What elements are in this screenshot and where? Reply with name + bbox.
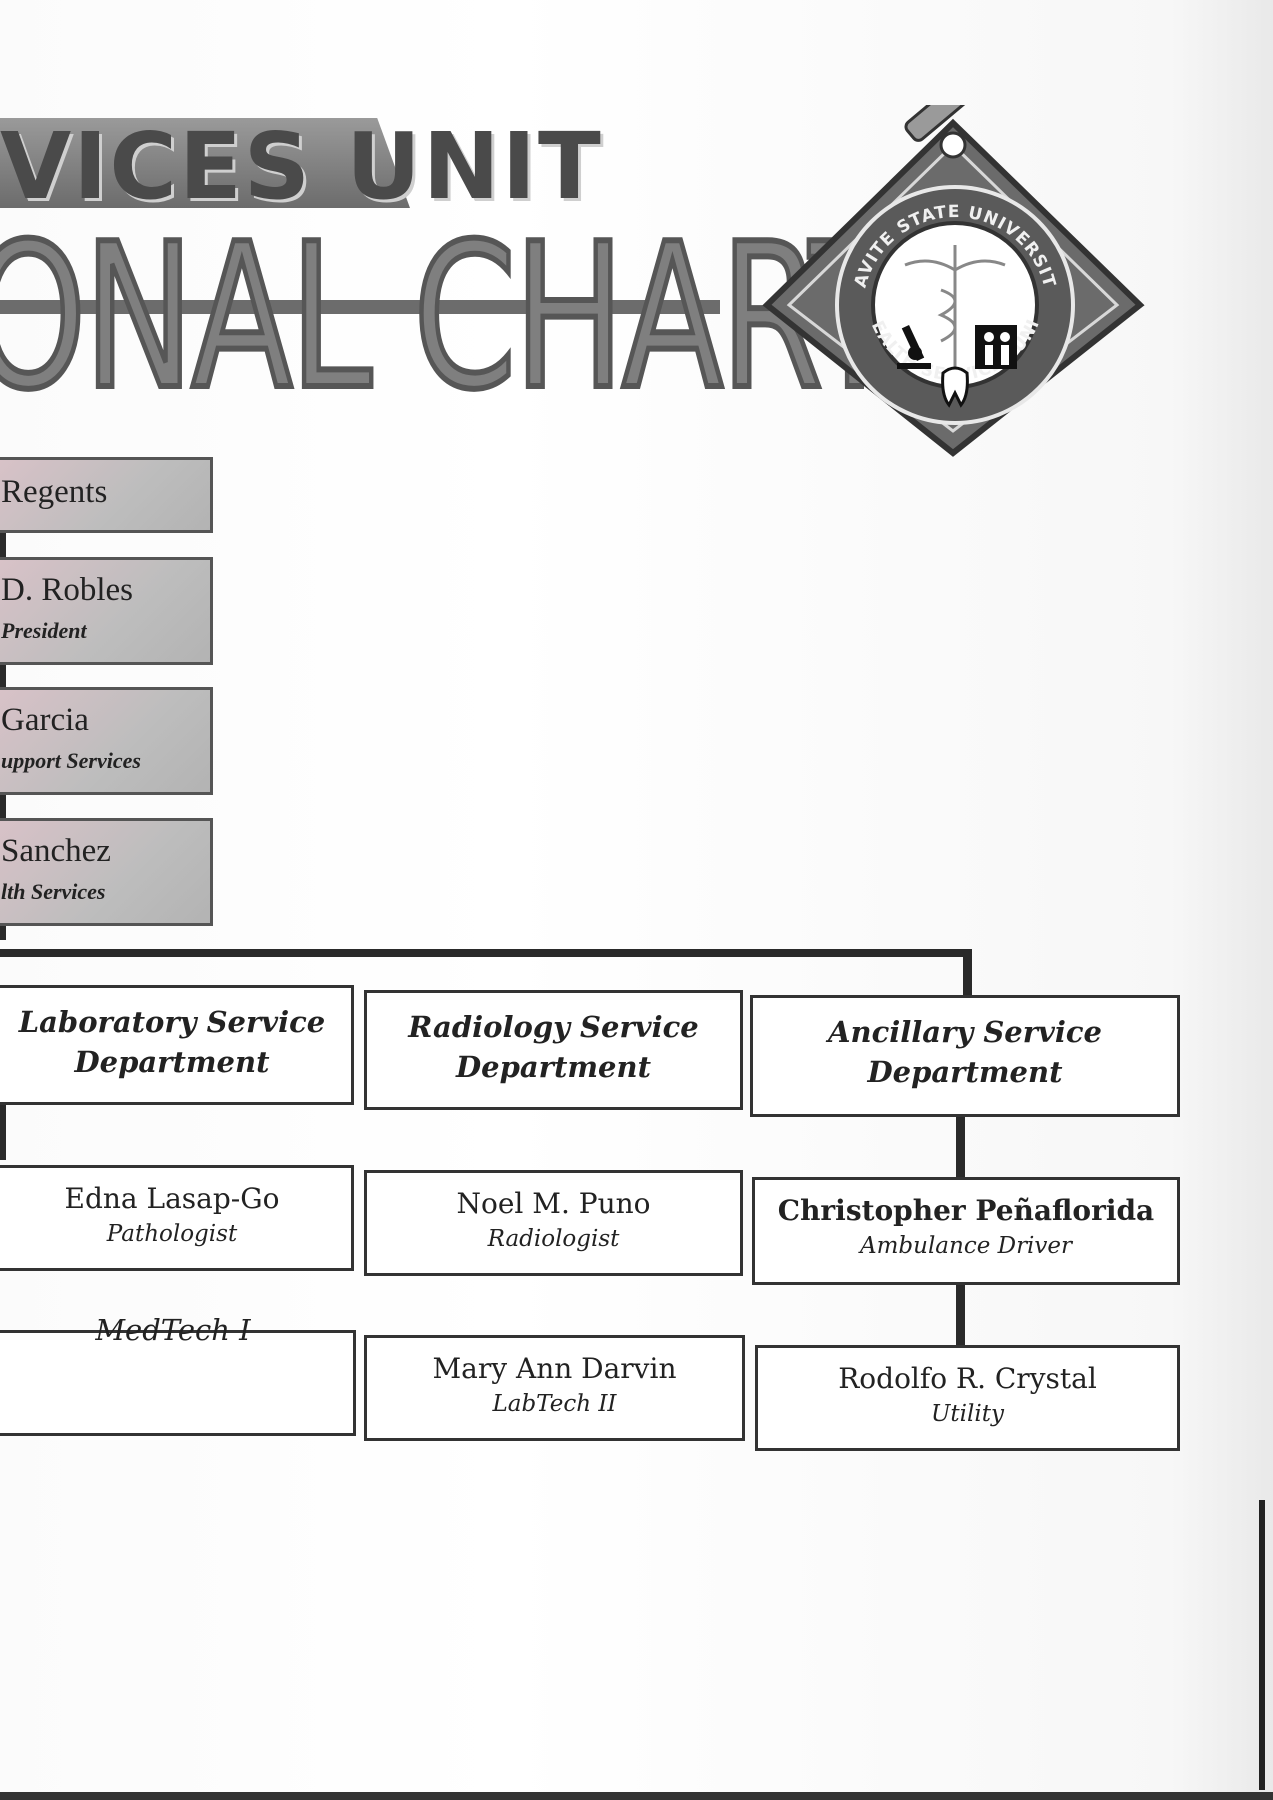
scan-bottom-edge [0, 1792, 1273, 1800]
radiology-department-box: Radiology Service Department [364, 990, 743, 1110]
scan-edge-shadow [1259, 1500, 1265, 1790]
health-services-head-role: lth Services [1, 879, 106, 904]
staff-name: Edna Lasap-Go [64, 1182, 280, 1215]
radiology-department-line2: Department [456, 1050, 651, 1084]
staff-name: Mary Ann Darvin [432, 1352, 677, 1385]
board-of-regents-box: Regents [0, 457, 213, 533]
staff-role: Utility [931, 1401, 1004, 1427]
family-icon [975, 325, 1017, 369]
health-services-head-box: Sanchez lth Services [0, 818, 213, 926]
health-services-head-name: Sanchez [1, 833, 111, 869]
staff-box-pathologist: Edna Lasap-Go Pathologist [0, 1165, 354, 1271]
ancillary-department-line1: Ancillary Service [828, 1015, 1102, 1049]
staff-box-utility: Rodolfo R. Crystal Utility [755, 1345, 1180, 1451]
staff-box-medtech: MedTech I [0, 1313, 356, 1436]
board-of-regents-label: Regents [1, 474, 108, 510]
health-services-seal: CAVITE STATE UNIVERSITY HEALTH SERVICES … [755, 105, 1145, 457]
staff-box-labtech: Mary Ann Darvin LabTech II [364, 1335, 745, 1441]
support-services-role: upport Services [1, 748, 141, 773]
lab-drop-connector [0, 1100, 6, 1160]
radiology-department-line1: Radiology Service [408, 1010, 699, 1044]
president-name: D. Robles [1, 572, 133, 608]
staff-box-ambulance-driver: Christopher Peñaflorida Ambulance Driver [752, 1177, 1180, 1285]
ancillary-department-line2: Department [867, 1055, 1063, 1089]
staff-name: Noel M. Puno [456, 1187, 651, 1220]
laboratory-department-line2: Department [74, 1045, 270, 1079]
ancillary-drop-connector [963, 949, 972, 997]
president-box: D. Robles President [0, 557, 213, 665]
ancillary-staff-connector-1 [956, 1117, 965, 1179]
staff-role: Ambulance Driver [859, 1233, 1073, 1259]
ancillary-staff-connector-2 [956, 1283, 965, 1345]
staff-name: Rodolfo R. Crystal [838, 1362, 1097, 1395]
staff-role: MedTech I [95, 1313, 251, 1347]
support-services-box: Garcia upport Services [0, 687, 213, 795]
horizontal-connector [0, 949, 972, 957]
staff-name: Christopher Peñaflorida [777, 1194, 1155, 1227]
laboratory-department-line1: Laboratory Service [18, 1005, 326, 1039]
laboratory-department-box: Laboratory Service Department [0, 985, 354, 1105]
ancillary-department-box: Ancillary Service Department [750, 995, 1180, 1117]
staff-role: Radiologist [487, 1226, 620, 1252]
staff-role: LabTech II [492, 1391, 617, 1417]
president-role: President [1, 618, 87, 643]
support-services-name: Garcia [1, 702, 89, 738]
staff-role: Pathologist [106, 1221, 238, 1247]
staff-box-radiologist: Noel M. Puno Radiologist [364, 1170, 743, 1276]
